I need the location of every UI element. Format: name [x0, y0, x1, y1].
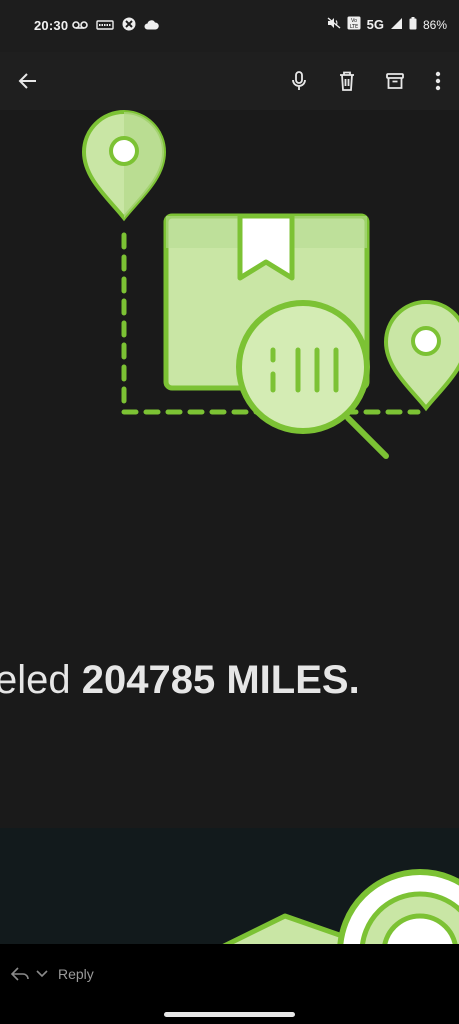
archive-button[interactable] — [377, 63, 413, 99]
back-arrow-icon — [18, 73, 36, 89]
email-body: eled 204785 MILES. — [0, 110, 459, 828]
reply-button[interactable]: Reply — [10, 959, 94, 989]
cloud-icon — [144, 18, 159, 33]
mute-icon — [327, 17, 341, 32]
status-bar: 20:30 Vo LTE 5G 86% — [0, 0, 459, 52]
miles-traveled-text: eled 204785 MILES. — [0, 656, 459, 704]
chevron-down-icon — [36, 970, 48, 978]
package-tracking-illustration — [81, 110, 459, 459]
svg-text:LTE: LTE — [349, 24, 357, 30]
status-time: 20:30 — [34, 18, 69, 33]
reply-label: Reply — [58, 966, 94, 982]
volte-icon: Vo LTE — [347, 16, 361, 33]
home-gesture-bar[interactable] — [164, 1012, 295, 1017]
location-pin-icon — [383, 300, 459, 412]
more-options-button[interactable] — [420, 63, 456, 99]
more-vert-icon — [435, 71, 441, 91]
status-left-icons — [72, 17, 159, 34]
location-pin-icon — [81, 110, 167, 222]
trash-icon — [340, 71, 354, 91]
archive-icon — [386, 73, 404, 89]
next-section-graphic — [0, 828, 459, 944]
voicemail-icon — [72, 18, 88, 33]
gesture-navigation — [0, 1004, 459, 1024]
keyboard-icon — [96, 18, 114, 33]
map-illustration — [222, 869, 459, 944]
network-type: 5G — [366, 17, 384, 32]
email-toolbar — [0, 52, 459, 110]
reply-icon — [10, 967, 29, 981]
battery-percentage: 86% — [422, 17, 447, 32]
miles-value: 204785 MILES. — [81, 658, 360, 702]
miles-prefix: eled — [0, 658, 82, 702]
battery-icon — [409, 16, 417, 33]
voice-button[interactable] — [281, 63, 317, 99]
email-screen: 20:30 Vo LTE 5G 86% eled 204785 MILES. R… — [0, 0, 459, 1024]
back-button[interactable] — [10, 63, 46, 99]
signal-icon — [390, 17, 403, 33]
status-right-icons: Vo LTE 5G 86% — [327, 16, 447, 33]
blocked-app-icon — [122, 17, 136, 34]
delete-button[interactable] — [329, 63, 365, 99]
reply-bar: Reply — [0, 944, 459, 1004]
microphone-icon — [292, 71, 306, 90]
